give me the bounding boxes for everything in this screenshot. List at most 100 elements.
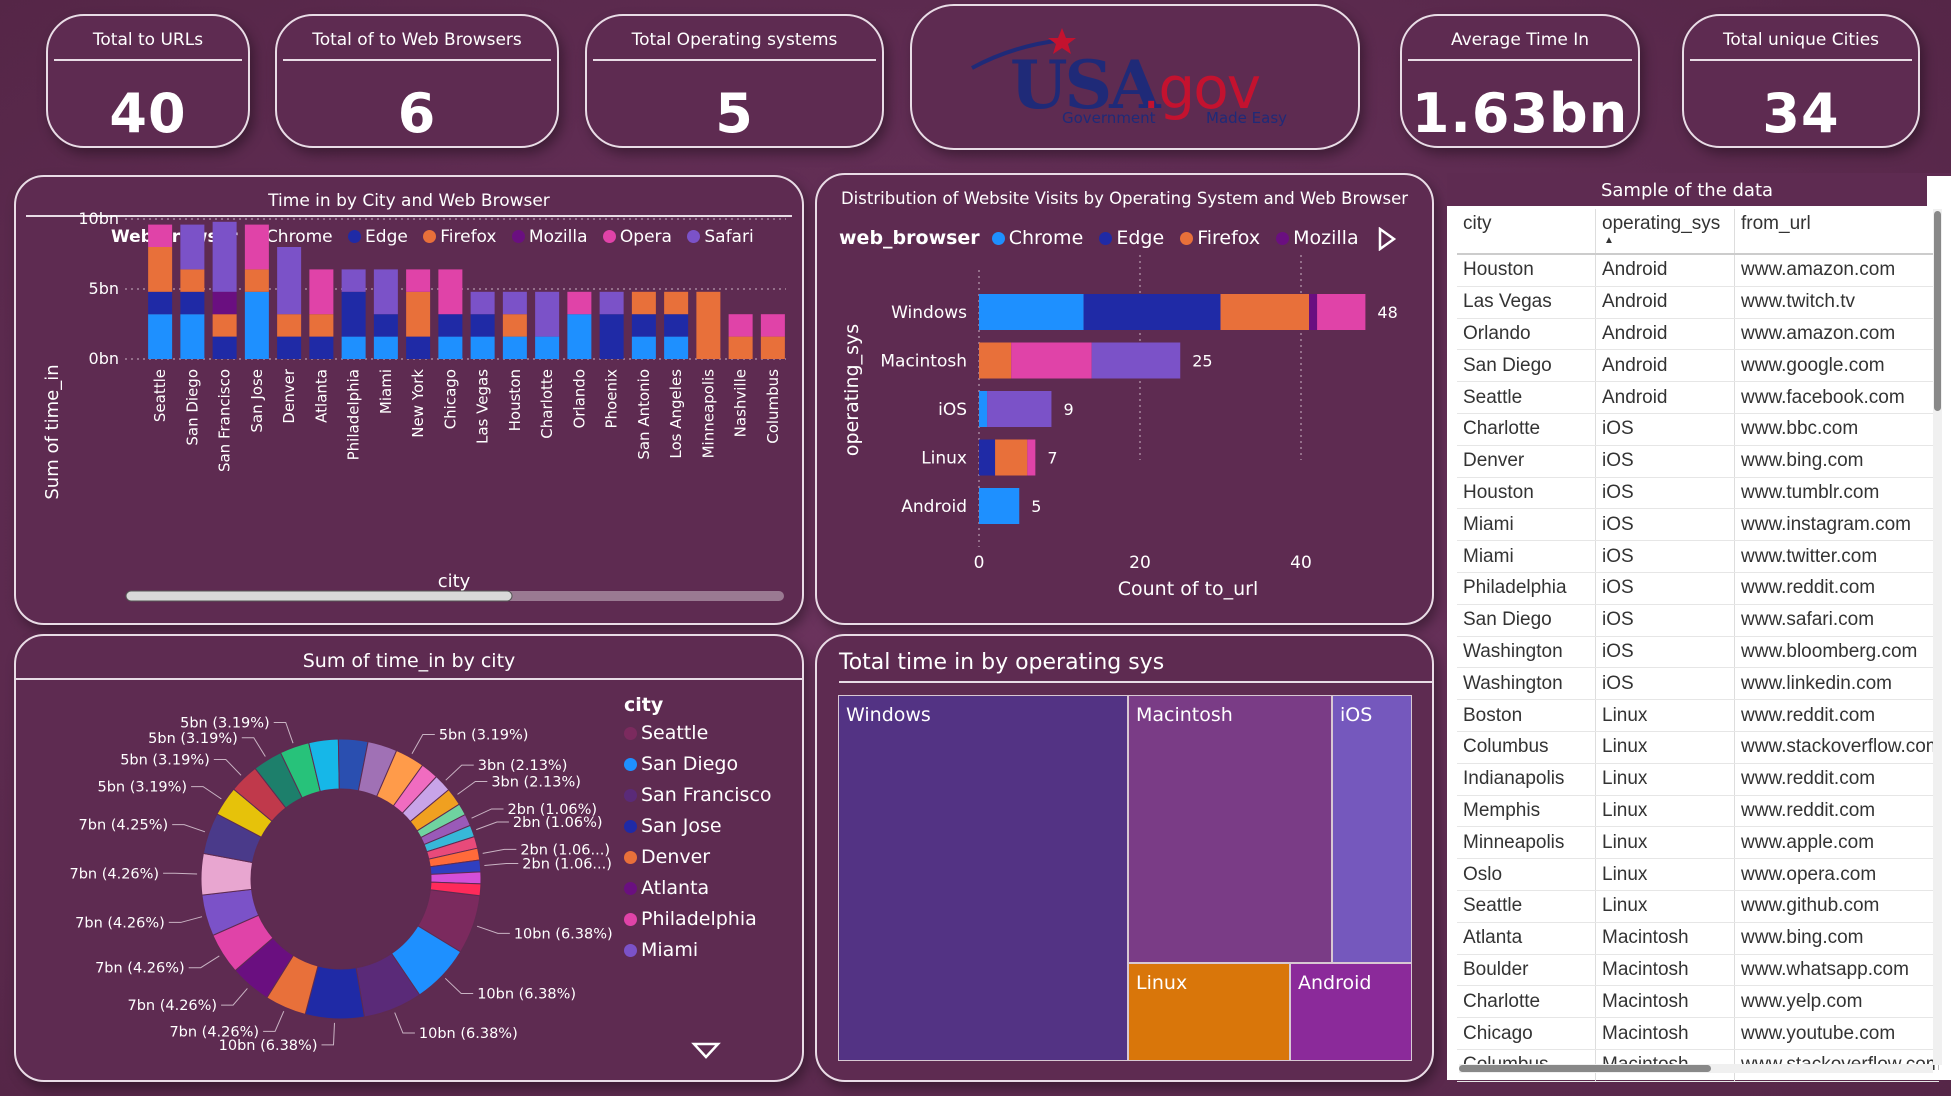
bar-segment <box>1091 342 1181 379</box>
column-header-operating-sys[interactable]: operating_sys ▲ <box>1595 209 1735 255</box>
table-row[interactable]: Houston Android www.amazon.com <box>1457 254 1939 287</box>
table-row[interactable]: Philadelphia iOS www.reddit.com <box>1457 572 1939 605</box>
data-label: 2bn (1.06%) <box>513 815 603 831</box>
legend-title: city <box>624 694 664 716</box>
table-cell: www.tumblr.com <box>1734 477 1939 510</box>
bar-segment <box>470 291 495 315</box>
data-label: 5bn (3.19%) <box>97 780 187 796</box>
bar-segment <box>502 336 527 359</box>
bar-segment <box>631 336 656 359</box>
table-row[interactable]: Atlanta Macintosh www.bing.com <box>1457 922 1939 955</box>
x-tick-label: Nashville <box>732 369 750 437</box>
column-header-from-url[interactable]: from_url <box>1734 209 1939 255</box>
bar-segment <box>1027 439 1036 476</box>
table-row[interactable]: Miami iOS www.instagram.com <box>1457 508 1939 542</box>
bar-segment <box>180 314 205 359</box>
bar-segment <box>599 291 624 315</box>
table-row[interactable]: Indianapolis Linux www.reddit.com <box>1457 763 1939 796</box>
table-row[interactable]: Seattle Linux www.github.com <box>1457 890 1939 923</box>
table-row[interactable]: Charlotte iOS www.bbc.com <box>1457 413 1939 446</box>
table-cell: Linux <box>1595 763 1735 796</box>
table-row[interactable]: Memphis Linux www.reddit.com <box>1457 795 1939 828</box>
bar-segment <box>502 314 527 337</box>
leader-line <box>444 977 474 994</box>
x-tick-label: Philadelphia <box>345 369 363 460</box>
table-row[interactable]: Las Vegas Android www.twitch.tv <box>1457 286 1939 319</box>
data-table-panel: Sample of the data city operating_sys ▲ f… <box>1447 173 1951 1082</box>
kpi-value: 1.63bn <box>1411 82 1629 145</box>
table-cell: www.stackoverflow.com <box>1734 731 1939 764</box>
kpi-value: 34 <box>1762 82 1840 145</box>
data-label: 25 <box>1192 352 1212 371</box>
table-row[interactable]: Houston iOS www.tumblr.com <box>1457 477 1939 510</box>
city-browser-chart-panel: Time in by City and Web Browser Web Brow… <box>14 175 804 625</box>
bar-segment <box>277 336 302 359</box>
os-browser-chart-panel: Distribution of Website Visits by Operat… <box>815 173 1434 625</box>
data-label: 5 <box>1031 497 1041 516</box>
bar-segment <box>760 336 785 359</box>
table-cell: iOS <box>1595 636 1735 669</box>
bar-segment <box>631 291 656 315</box>
table-row[interactable]: Orlando Android www.amazon.com <box>1457 318 1939 351</box>
table-row[interactable]: Miami iOS www.twitter.com <box>1457 540 1939 573</box>
treemap-tile[interactable]: Linux <box>1128 963 1290 1061</box>
table-row[interactable]: Washington iOS www.linkedin.com <box>1457 667 1939 701</box>
bar-segment <box>406 269 431 292</box>
column-header-city[interactable]: city <box>1457 209 1596 255</box>
bar-segment <box>244 269 269 292</box>
table-row[interactable]: Seattle Android www.facebook.com <box>1457 381 1939 414</box>
vertical-scrollbar-thumb[interactable] <box>1934 211 1941 411</box>
bar-segment <box>728 336 753 359</box>
legend-swatch <box>624 820 637 833</box>
table-cell: www.apple.com <box>1734 826 1939 860</box>
table-row[interactable]: San Diego iOS www.safari.com <box>1457 604 1939 637</box>
treemap-tile[interactable]: Windows <box>838 695 1128 1061</box>
x-tick-label: Columbus <box>764 369 782 444</box>
data-label: 48 <box>1377 303 1397 322</box>
treemap-tile[interactable]: iOS <box>1332 695 1412 963</box>
treemap-label: Linux <box>1136 972 1188 994</box>
x-tick-label: Atlanta <box>312 369 330 423</box>
horizontal-scrollbar-thumb[interactable] <box>125 590 513 602</box>
table-cell: Miami <box>1457 540 1596 573</box>
x-tick-label: 40 <box>1290 553 1312 573</box>
treemap-tile[interactable]: Android <box>1290 963 1412 1061</box>
bar-segment <box>277 314 302 337</box>
table-row[interactable]: San Diego Android www.google.com <box>1457 349 1939 383</box>
legend-scroll-down-icon[interactable] <box>691 1041 721 1061</box>
table-row[interactable]: Boston Linux www.reddit.com <box>1457 699 1939 732</box>
horizontal-scrollbar[interactable] <box>1459 1064 1933 1073</box>
legend-swatch <box>624 944 637 957</box>
legend-label: San Jose <box>641 815 722 837</box>
table-cell: Charlotte <box>1457 413 1596 446</box>
table-cell: www.reddit.com <box>1734 572 1939 605</box>
bar-segment <box>180 269 205 292</box>
treemap-tile[interactable]: Macintosh <box>1128 695 1332 963</box>
table-cell: Boulder <box>1457 954 1596 987</box>
x-tick-label: San Jose <box>248 369 266 433</box>
bar-segment <box>631 314 656 337</box>
leader-line <box>213 758 242 776</box>
x-tick-label: Charlotte <box>538 369 556 439</box>
legend-label: Seattle <box>641 722 709 744</box>
table-row[interactable]: Boulder Macintosh www.whatsapp.com <box>1457 954 1939 987</box>
table-cell: iOS <box>1595 540 1735 573</box>
x-tick-label: Las Vegas <box>474 369 492 444</box>
table-row[interactable]: Chicago Macintosh www.youtube.com <box>1457 1017 1939 1050</box>
table-cell: San Diego <box>1457 604 1596 637</box>
leader-line <box>221 988 248 1006</box>
table-cell: www.instagram.com <box>1734 508 1939 542</box>
bar-segment <box>1083 294 1221 330</box>
table-row[interactable]: Charlotte Macintosh www.yelp.com <box>1457 985 1939 1019</box>
chart-title: Total time in by operating sys <box>839 650 1432 683</box>
legend-label: San Diego <box>641 753 739 775</box>
table-row[interactable]: Minneapolis Linux www.apple.com <box>1457 826 1939 860</box>
vertical-scrollbar[interactable] <box>1933 209 1942 1065</box>
table-row[interactable]: Washington iOS www.bloomberg.com <box>1457 636 1939 669</box>
horizontal-scrollbar-thumb[interactable] <box>1459 1065 1711 1072</box>
table-row[interactable]: Denver iOS www.bing.com <box>1457 445 1939 478</box>
table-cell: www.twitch.tv <box>1734 286 1939 319</box>
table-row[interactable]: Oslo Linux www.opera.com <box>1457 858 1939 891</box>
bar-segment <box>567 291 592 315</box>
table-row[interactable]: Columbus Linux www.stackoverflow.com <box>1457 731 1939 764</box>
